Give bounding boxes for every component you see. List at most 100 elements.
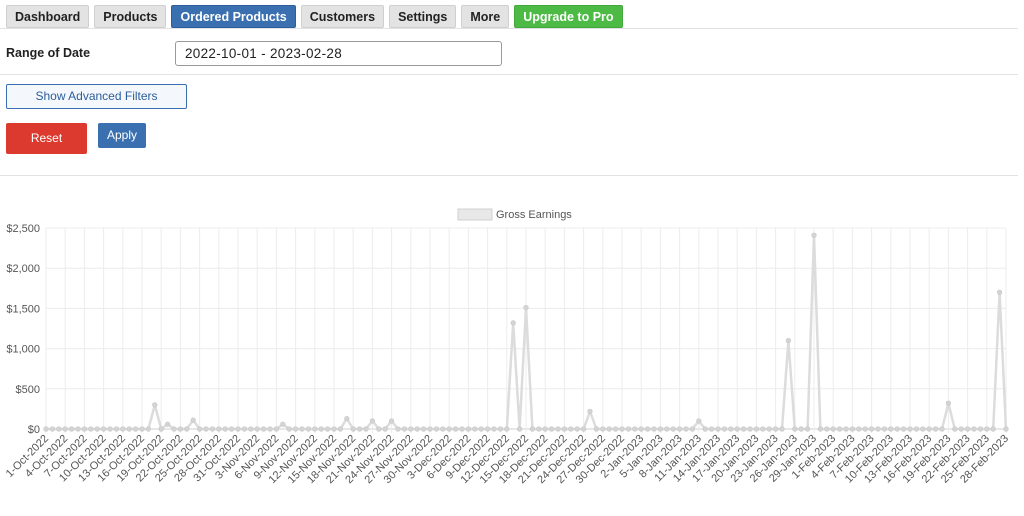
data-point: [344, 415, 350, 422]
data-point: [350, 426, 356, 432]
data-point: [638, 426, 644, 432]
data-point: [740, 426, 747, 432]
data-point: [958, 426, 964, 432]
data-point: [702, 426, 708, 432]
range-of-date-label: Range of Date: [6, 46, 91, 60]
data-point: [926, 426, 932, 432]
data-point: [792, 426, 798, 432]
tab-customers[interactable]: Customers: [300, 5, 385, 28]
data-point: [139, 426, 145, 432]
data-point: [305, 426, 312, 432]
y-tick-label: $1,500: [6, 303, 40, 315]
y-tick-label: $1,000: [6, 344, 40, 356]
data-point: [280, 421, 286, 427]
date-range-input[interactable]: [175, 41, 502, 66]
data-point: [715, 426, 721, 432]
legend-label: Gross Earnings: [496, 209, 572, 221]
data-point: [1003, 426, 1009, 432]
data-point: [197, 426, 203, 432]
data-point: [465, 426, 472, 432]
tab-settings[interactable]: Settings: [389, 5, 457, 28]
data-point: [734, 426, 740, 432]
data-point: [273, 426, 280, 432]
data-point: [222, 426, 228, 432]
tab-products[interactable]: Products: [94, 5, 167, 28]
filters-divider: [0, 74, 1018, 75]
tabs-divider: [0, 28, 1018, 29]
data-point: [421, 426, 427, 432]
data-point: [427, 426, 433, 432]
y-tick-label: $2,500: [6, 223, 40, 235]
data-point: [670, 426, 676, 432]
data-point: [753, 426, 760, 432]
data-point: [267, 426, 273, 432]
gross-earnings-chart: $0$500$1,000$1,500$2,000$2,5001-Oct-2022…: [4, 208, 1011, 486]
data-point: [241, 426, 247, 432]
data-point: [760, 426, 766, 432]
data-point: [836, 426, 843, 432]
data-point: [824, 426, 830, 432]
data-point: [254, 426, 260, 432]
data-point: [811, 232, 817, 238]
data-point: [664, 426, 670, 432]
data-point: [939, 426, 945, 432]
data-point: [555, 426, 561, 432]
data-point: [369, 418, 376, 424]
tab-ordered-products[interactable]: Ordered Products: [171, 5, 296, 28]
data-point: [945, 400, 952, 406]
data-point: [376, 426, 382, 432]
legend-swatch: [457, 208, 493, 221]
data-point: [171, 426, 177, 432]
data-point: [453, 426, 459, 432]
data-point: [721, 426, 728, 432]
tab-more[interactable]: More: [461, 5, 510, 28]
data-point: [184, 426, 190, 432]
data-point: [229, 426, 235, 432]
data-point: [414, 426, 420, 432]
data-point: [325, 426, 331, 432]
data-point: [100, 426, 107, 432]
data-point: [529, 426, 536, 432]
y-tick-label: $0: [28, 424, 40, 436]
data-point: [996, 289, 1003, 295]
data-point: [952, 426, 958, 432]
data-point: [491, 426, 497, 432]
data-point: [107, 426, 113, 432]
apply-button[interactable]: Apply: [98, 123, 146, 148]
data-point: [772, 426, 779, 432]
data-point: [190, 417, 196, 423]
data-point: [472, 426, 478, 432]
data-point: [56, 426, 62, 432]
data-point: [286, 426, 292, 432]
data-point: [766, 426, 772, 432]
data-point: [209, 426, 215, 432]
data-point: [536, 426, 542, 432]
data-point: [708, 426, 715, 432]
data-point: [312, 426, 318, 432]
data-point: [318, 426, 324, 432]
reset-button[interactable]: Reset: [6, 123, 87, 154]
data-point: [459, 426, 465, 432]
data-point: [843, 426, 849, 432]
data-point: [971, 426, 977, 432]
tab-upgrade-to-pro[interactable]: Upgrade to Pro: [514, 5, 623, 28]
data-point: [126, 426, 132, 432]
show-advanced-filters-button[interactable]: Show Advanced Filters: [6, 84, 187, 109]
data-point: [900, 426, 907, 432]
data-point: [235, 426, 241, 432]
data-point: [75, 426, 81, 432]
data-point: [574, 426, 580, 432]
data-point: [408, 426, 414, 432]
data-point: [619, 426, 625, 432]
data-point: [888, 426, 894, 432]
data-point: [568, 426, 574, 432]
data-point: [49, 426, 56, 432]
data-point: [248, 426, 254, 432]
data-point: [331, 426, 337, 432]
data-point: [401, 426, 408, 432]
tab-dashboard[interactable]: Dashboard: [6, 5, 90, 28]
data-point: [977, 426, 984, 432]
data-point: [651, 426, 657, 432]
data-point: [990, 426, 996, 432]
data-point: [389, 418, 395, 424]
